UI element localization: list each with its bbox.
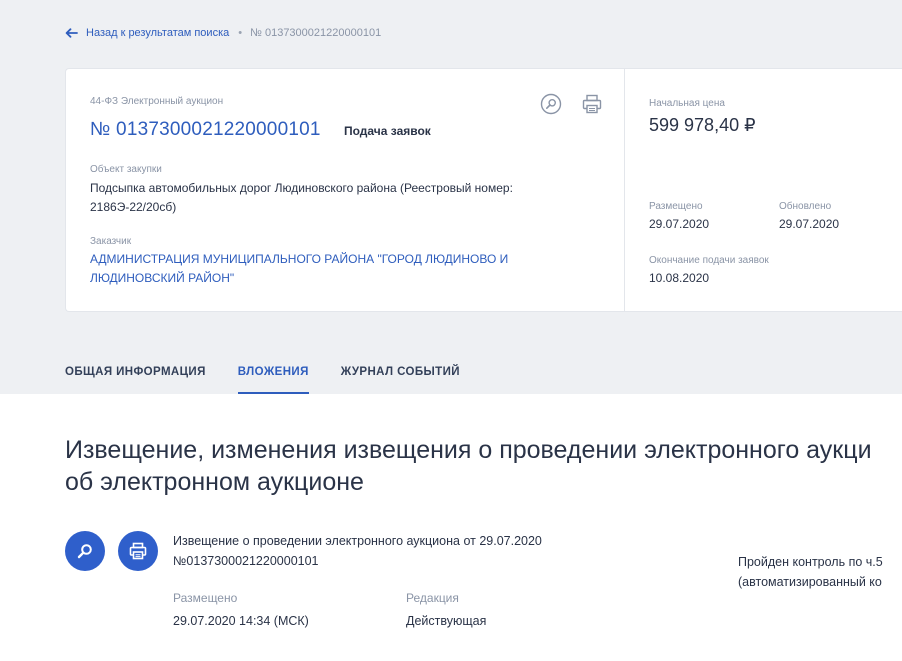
printer-icon [582,94,602,114]
procurement-status: Подача заявок [344,124,431,138]
breadcrumb: Назад к результатам поиска • № 013730002… [65,24,381,42]
procurement-number[interactable]: № 0137300021220000101 [90,119,321,141]
control-status-line-1: Пройден контроль по ч.5 [738,555,883,569]
back-to-results-link[interactable]: Назад к результатам поиска [65,27,229,39]
view-document-button[interactable] [65,531,105,571]
section-title: Извещение, изменения извещения о проведе… [65,434,902,498]
object-text: Подсыпка автомобильных дорог Людиновског… [90,181,513,214]
procurement-card: 44-ФЗ Электронный аукцион № 013730002122… [65,68,624,312]
tab-general-info[interactable]: ОБЩАЯ ИНФОРМАЦИЯ [65,357,206,394]
section-title-line-2: об электронном аукционе [65,468,364,496]
magnifier-icon [540,93,562,115]
document-revision-value: Действующая [406,614,487,628]
tab-bar: ОБЩАЯ ИНФОРМАЦИЯ ВЛОЖЕНИЯ ЖУРНАЛ СОБЫТИЙ [65,357,492,394]
customer-label: Заказчик [90,236,132,247]
end-date-value: 10.08.2020 [649,271,710,285]
law-type: 44-ФЗ Электронный аукцион [90,96,224,107]
print-button[interactable] [581,93,603,120]
price-value: 599 978,40 ₽ [649,115,756,135]
back-link-label: Назад к результатам поиска [86,27,230,39]
price-label: Начальная цена [649,98,725,109]
end-date-label: Окончание подачи заявок [649,255,769,266]
arrow-left-icon [65,28,78,38]
tab-attachments[interactable]: ВЛОЖЕНИЯ [237,357,309,394]
document-placed-label: Размещено [173,591,238,605]
summary-card: Начальная цена 599 978,40 ₽ Размещено 29… [624,68,902,312]
document-revision-label: Редакция [406,591,459,605]
breadcrumb-separator: • [238,27,243,39]
print-document-button[interactable] [118,531,158,571]
breadcrumb-current: № 0137300021220000101 [250,27,382,39]
updated-value: 29.07.2020 [779,217,840,231]
view-search-button[interactable] [540,93,562,120]
magnifier-icon [77,544,92,559]
customer-link[interactable]: АДМИНИСТРАЦИЯ МУНИЦИПАЛЬНОГО РАЙОНА "ГОР… [90,250,560,288]
object-label: Объект закупки [90,164,162,175]
document-placed-value: 29.07.2020 14:34 (МСК) [173,614,309,628]
placed-value: 29.07.2020 [649,217,710,231]
tab-event-log[interactable]: ЖУРНАЛ СОБЫТИЙ [341,357,460,394]
section-title-line-1: Извещение, изменения извещения о проведе… [65,436,872,464]
updated-label: Обновлено [779,201,832,212]
placed-label: Размещено [649,201,703,212]
control-status-line-2: (автоматизированный ко [738,575,882,589]
document-title[interactable]: Извещение о проведении электронного аукц… [173,531,643,571]
document-control-status: Пройден контроль по ч.5 (автоматизирован… [738,552,902,592]
printer-icon [129,542,147,560]
